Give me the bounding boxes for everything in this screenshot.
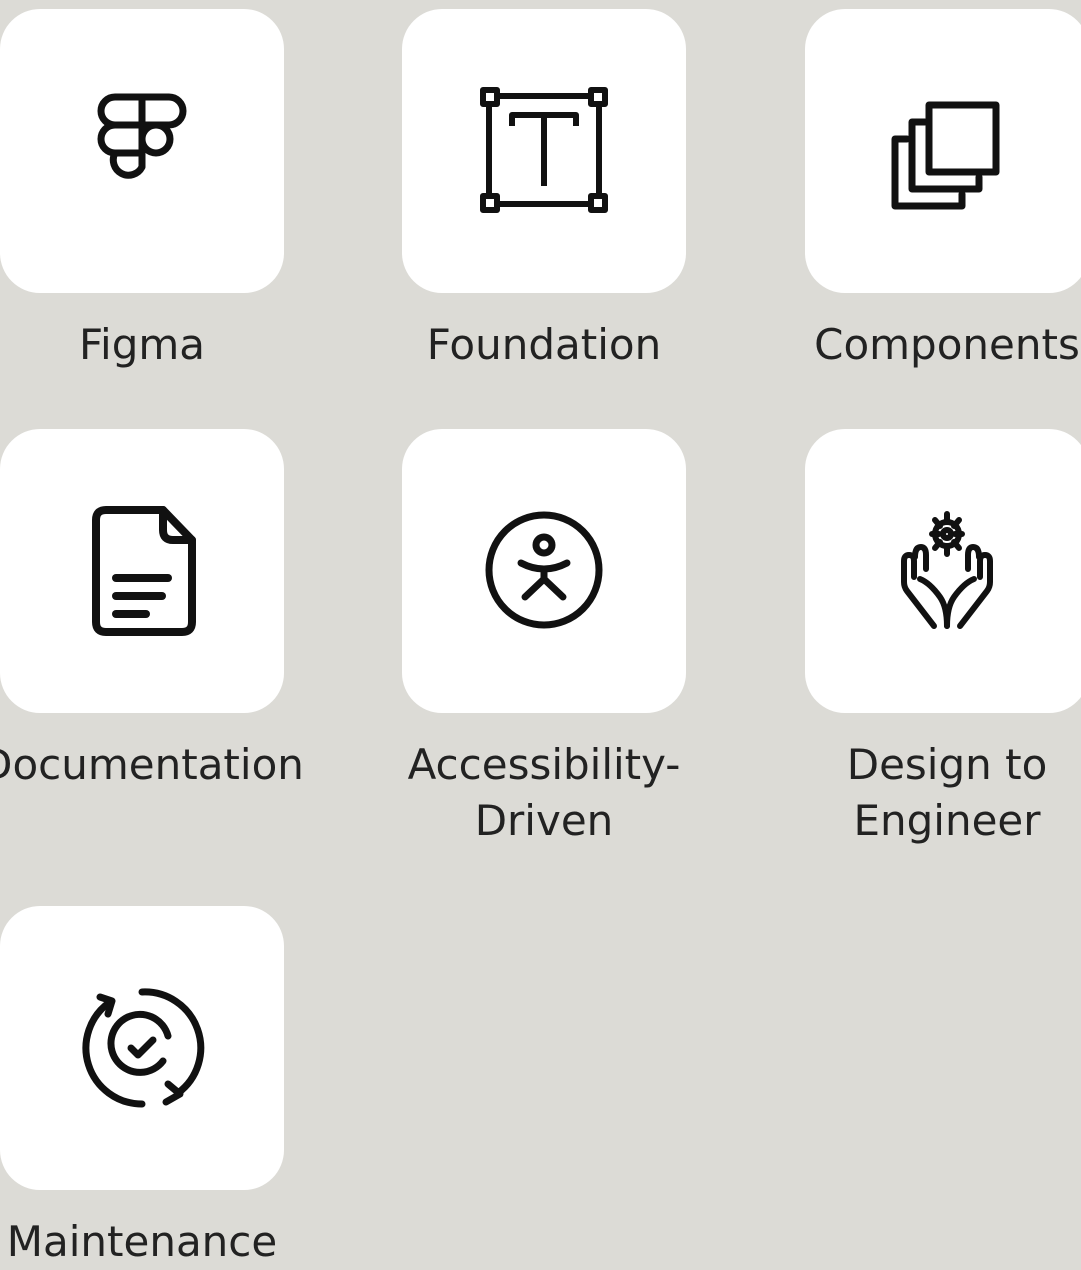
tile-design-to-engineer[interactable]: Design to Engineer [805, 429, 1081, 849]
maintenance-card[interactable] [0, 906, 284, 1190]
hands-gear-icon [875, 499, 1019, 643]
tile-figma[interactable]: Figma [0, 9, 284, 373]
document-icon [70, 499, 214, 643]
layers-icon [875, 79, 1019, 223]
tile-label: Documentation [0, 740, 304, 789]
text-frame-icon [472, 79, 616, 223]
design-to-engineer-card[interactable] [805, 429, 1081, 713]
tile-maintenance[interactable]: Maintenance [0, 906, 284, 1270]
tile-foundation[interactable]: Foundation [402, 9, 686, 373]
tile-label: Design to Engineer [846, 740, 1048, 845]
tile-label: Components [814, 320, 1080, 369]
tile-label: Maintenance [6, 1217, 278, 1266]
documentation-card[interactable] [0, 429, 284, 713]
tile-label: Accessibility-Driven [407, 740, 681, 845]
components-card[interactable] [805, 9, 1081, 293]
accessibility-icon [472, 499, 616, 643]
tile-accessibility[interactable]: Accessibility-Driven [402, 429, 686, 849]
tile-label: Figma [78, 320, 206, 369]
sync-check-icon [70, 976, 214, 1120]
tile-label: Foundation [426, 320, 662, 369]
tile-components[interactable]: Components [805, 9, 1081, 373]
figma-card[interactable] [0, 9, 284, 293]
tile-documentation[interactable]: Documentation [0, 429, 304, 793]
accessibility-card[interactable] [402, 429, 686, 713]
foundation-card[interactable] [402, 9, 686, 293]
figma-icon [70, 79, 214, 223]
